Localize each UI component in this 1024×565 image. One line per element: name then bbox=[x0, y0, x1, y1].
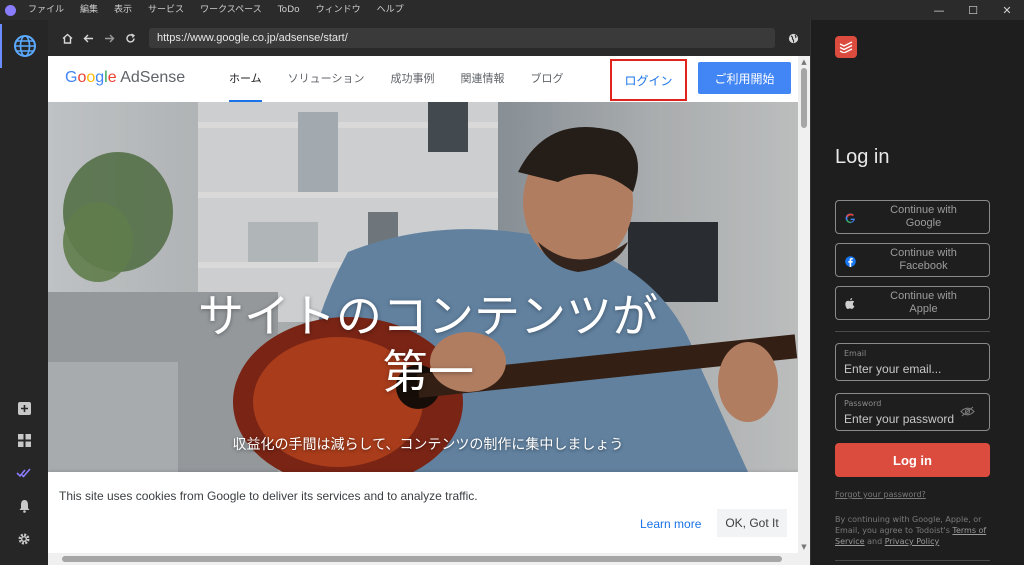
forgot-password-link[interactable]: Forgot your password? bbox=[835, 490, 926, 499]
logo-letter: e bbox=[107, 69, 117, 86]
title-bar: ファイル 編集 表示 サービス ワークスペース ToDo ウィンドウ ヘルプ —… bbox=[0, 0, 1024, 20]
nav-home[interactable]: ホーム bbox=[216, 56, 275, 102]
hero-subtitle: 収益化の手間は減らして、コンテンツの制作に集中しましょう bbox=[232, 437, 624, 453]
menu-workspace[interactable]: ワークスペース bbox=[192, 0, 270, 20]
facebook-label-line: Continue with bbox=[890, 247, 957, 259]
menu-services[interactable]: サービス bbox=[140, 0, 192, 20]
menu-file[interactable]: ファイル bbox=[20, 0, 72, 20]
google-icon bbox=[844, 212, 856, 224]
continue-with-facebook-button[interactable]: Continue with Facebook bbox=[835, 243, 990, 277]
apple-icon bbox=[844, 298, 856, 310]
service-dock bbox=[0, 20, 48, 565]
scroll-thumb[interactable] bbox=[801, 68, 807, 128]
logo-letter: o bbox=[86, 69, 96, 86]
todoist-logo-icon bbox=[835, 36, 857, 58]
menu-bar: ファイル 編集 表示 サービス ワークスペース ToDo ウィンドウ ヘルプ bbox=[20, 0, 412, 20]
hero-photo bbox=[48, 102, 798, 472]
web-page: Google AdSense ホーム ソリューション 成功事例 関連情報 ブログ… bbox=[48, 56, 798, 553]
facebook-label-line: Facebook bbox=[899, 260, 948, 272]
get-started-button[interactable]: ご利用開始 bbox=[698, 62, 791, 94]
site-header: Google AdSense ホーム ソリューション 成功事例 関連情報 ブログ… bbox=[48, 56, 798, 102]
apple-label-line: Apple bbox=[909, 303, 938, 315]
email-label: Email bbox=[844, 349, 867, 358]
password-input[interactable]: Enter your password bbox=[844, 412, 954, 426]
facebook-icon bbox=[844, 255, 856, 267]
browser-globe-icon[interactable] bbox=[784, 29, 802, 47]
facebook-button-label: Continue with Facebook bbox=[862, 247, 985, 273]
password-field[interactable]: Password Enter your password bbox=[835, 393, 990, 431]
hero-banner: サイトのコンテンツが 第一 収益化の手間は減らして、コンテンツの制作に集中しまし… bbox=[48, 102, 798, 472]
vertical-scrollbar[interactable]: ▲ ▼ bbox=[798, 56, 810, 553]
divider bbox=[835, 331, 990, 332]
got-it-button[interactable]: OK, Got It bbox=[717, 509, 787, 537]
hero-title-line: 第一 bbox=[382, 345, 474, 399]
login-submit-button[interactable]: Log in bbox=[835, 443, 990, 477]
login-link[interactable]: ログイン bbox=[610, 59, 687, 101]
app-logo-icon bbox=[0, 0, 20, 20]
google-label-line: Google bbox=[905, 217, 942, 229]
browser-toolbar: https://www.google.co.jp/adsense/start/ bbox=[48, 20, 810, 56]
settings-gear-icon[interactable] bbox=[0, 527, 48, 551]
todoist-panel: Log in Continue with Google Continue wit… bbox=[810, 20, 1024, 565]
product-name: AdSense bbox=[120, 69, 186, 86]
menu-edit[interactable]: 編集 bbox=[72, 0, 106, 20]
apple-label-line: Continue with bbox=[890, 290, 957, 302]
reload-icon[interactable] bbox=[121, 29, 139, 47]
nav-resources[interactable]: 関連情報 bbox=[447, 56, 517, 102]
home-icon[interactable] bbox=[58, 29, 76, 47]
email-field[interactable]: Email Enter your email... bbox=[835, 343, 990, 381]
todo-check-icon[interactable] bbox=[0, 461, 48, 485]
add-service-icon[interactable] bbox=[0, 396, 48, 420]
hero-title: サイトのコンテンツが 第一 bbox=[108, 288, 748, 400]
nav-blog[interactable]: ブログ bbox=[517, 56, 576, 102]
password-label: Password bbox=[844, 399, 882, 408]
back-arrow-icon[interactable] bbox=[79, 29, 97, 47]
menu-help[interactable]: ヘルプ bbox=[369, 0, 412, 20]
forward-arrow-icon[interactable] bbox=[100, 29, 118, 47]
hero-title-line: サイトのコンテンツが bbox=[198, 289, 658, 343]
hide-password-eye-icon[interactable] bbox=[960, 406, 975, 420]
scroll-down-icon[interactable]: ▼ bbox=[798, 541, 810, 553]
window-controls: — ☐ ✕ bbox=[922, 0, 1024, 20]
google-label-line: Continue with bbox=[890, 204, 957, 216]
minimize-button[interactable]: — bbox=[922, 0, 956, 20]
google-adsense-logo[interactable]: Google AdSense bbox=[65, 69, 185, 87]
bell-icon[interactable] bbox=[0, 494, 48, 518]
logo-letter: g bbox=[95, 69, 105, 86]
privacy-policy-link[interactable]: Privacy Policy bbox=[885, 537, 940, 546]
continue-with-google-button[interactable]: Continue with Google bbox=[835, 200, 990, 234]
site-nav: ホーム ソリューション 成功事例 関連情報 ブログ bbox=[216, 56, 576, 102]
terms-notice: By continuing with Google, Apple, or Ema… bbox=[835, 514, 995, 547]
scroll-up-icon[interactable]: ▲ bbox=[798, 56, 810, 68]
scroll-thumb-horizontal[interactable] bbox=[62, 556, 782, 562]
close-button[interactable]: ✕ bbox=[990, 0, 1024, 20]
login-heading: Log in bbox=[835, 146, 890, 168]
divider bbox=[835, 560, 990, 561]
email-input[interactable]: Enter your email... bbox=[844, 362, 954, 376]
cookie-notice-text: This site uses cookies from Google to de… bbox=[59, 489, 478, 503]
maximize-button[interactable]: ☐ bbox=[956, 0, 990, 20]
apple-button-label: Continue with Apple bbox=[862, 290, 985, 316]
learn-more-link[interactable]: Learn more bbox=[640, 517, 701, 531]
google-button-label: Continue with Google bbox=[862, 204, 985, 230]
globe-icon[interactable] bbox=[0, 24, 48, 68]
nav-success-stories[interactable]: 成功事例 bbox=[377, 56, 447, 102]
menu-window[interactable]: ウィンドウ bbox=[308, 0, 369, 20]
grid-icon[interactable] bbox=[0, 428, 48, 452]
menu-view[interactable]: 表示 bbox=[106, 0, 140, 20]
nav-solutions[interactable]: ソリューション bbox=[275, 56, 378, 102]
menu-todo[interactable]: ToDo bbox=[270, 0, 308, 20]
cookie-banner: This site uses cookies from Google to de… bbox=[48, 472, 798, 553]
address-bar[interactable]: https://www.google.co.jp/adsense/start/ bbox=[149, 28, 775, 48]
continue-with-apple-button[interactable]: Continue with Apple bbox=[835, 286, 990, 320]
app-window: ファイル 編集 表示 サービス ワークスペース ToDo ウィンドウ ヘルプ —… bbox=[0, 0, 1024, 565]
horizontal-scrollbar[interactable] bbox=[48, 553, 810, 565]
logo-letter: G bbox=[65, 69, 78, 86]
terms-and: and bbox=[867, 537, 883, 546]
